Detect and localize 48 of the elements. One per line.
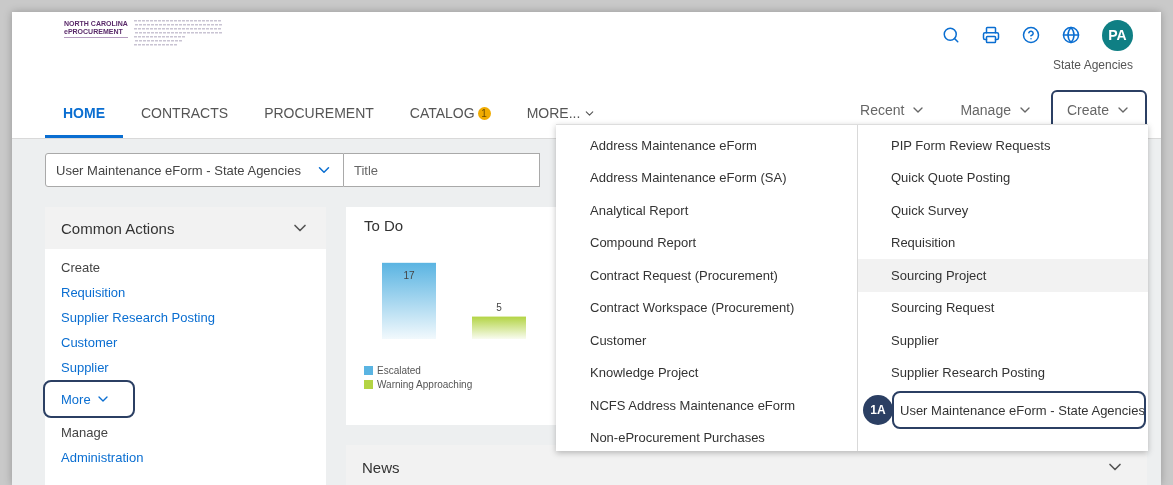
menu-item[interactable]: Quick Quote Posting xyxy=(858,161,1148,194)
search-scope-select[interactable]: User Maintenance eForm - State Agencies xyxy=(45,153,344,187)
menu-item[interactable]: Contract Workspace (Procurement) xyxy=(556,291,857,324)
menu-item[interactable]: NCFS Address Maintenance eForm xyxy=(556,389,857,422)
chart-bar xyxy=(472,316,526,339)
action-link[interactable]: Administration xyxy=(61,445,144,470)
nav-tab[interactable]: CATALOG 1 xyxy=(391,105,509,138)
action-link[interactable]: Requisition xyxy=(61,280,126,305)
nav-tab[interactable]: CONTRACTS xyxy=(123,105,247,138)
menu-item[interactable]: Sourcing Project xyxy=(858,259,1148,292)
menu-item[interactable]: Customer xyxy=(556,324,857,357)
nav-tab[interactable]: PROCUREMENT xyxy=(246,105,392,138)
card-title: To Do xyxy=(364,217,404,234)
search-icon[interactable] xyxy=(942,26,960,44)
panel-title: Common Actions xyxy=(61,219,175,237)
card-title: News xyxy=(362,458,400,476)
menu-item[interactable]: Knowledge Project xyxy=(556,356,857,389)
bar-count: 5 xyxy=(496,301,502,313)
legend-label: Escalated xyxy=(377,365,421,376)
menu-item[interactable]: Analytical Report xyxy=(556,194,857,227)
menu-item[interactable]: Supplier Research Posting xyxy=(858,356,1148,389)
search-field[interactable]: Title xyxy=(343,153,540,187)
menu-item[interactable]: Supplier xyxy=(858,324,1148,357)
menu-item[interactable]: Sourcing Request xyxy=(858,291,1148,324)
menu-item[interactable]: Contract Request (Procurement) xyxy=(556,259,857,292)
section-label: Create xyxy=(61,259,101,277)
section-label: Manage xyxy=(61,424,108,442)
menu-item[interactable]: User Maintenance eForm - State Agencies xyxy=(894,393,1144,427)
menu-item[interactable]: PIP Form Review Requests xyxy=(858,129,1148,162)
menu-item[interactable]: Non-eProcurement Purchases xyxy=(556,421,857,454)
menu-item[interactable]: Requisition xyxy=(858,226,1148,259)
user-avatar[interactable]: PA xyxy=(1102,19,1133,51)
menu-item[interactable]: Compound Report xyxy=(556,226,857,259)
globe-icon[interactable] xyxy=(1062,26,1080,44)
state-map-icon xyxy=(133,20,224,48)
more-link[interactable]: More xyxy=(45,382,133,416)
menu-item[interactable]: Address Maintenance eForm (SA) xyxy=(556,161,857,194)
count-badge: 1 xyxy=(477,106,491,120)
help-icon[interactable] xyxy=(1022,26,1040,44)
action-link[interactable]: Supplier Research Posting xyxy=(61,305,215,330)
legend-label: Warning Approaching xyxy=(377,379,473,390)
action-link[interactable]: Customer xyxy=(61,330,118,355)
account-name: State Agencies xyxy=(1052,58,1133,72)
menu-item[interactable]: Quick Survey xyxy=(858,194,1148,227)
step-callout: 1A xyxy=(863,395,893,425)
bar-count: 17 xyxy=(403,269,415,281)
printer-icon[interactable] xyxy=(982,26,1000,44)
action-link[interactable]: Supplier xyxy=(61,355,109,380)
